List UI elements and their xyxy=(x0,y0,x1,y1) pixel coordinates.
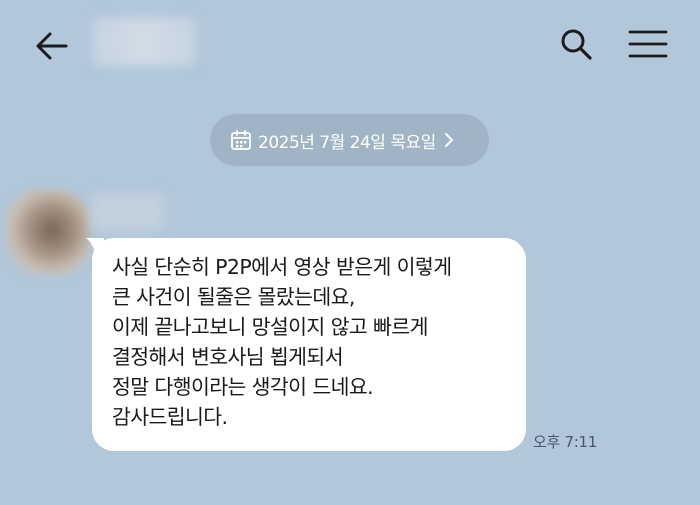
message-timestamp: 오후 7:11 xyxy=(533,433,597,451)
date-divider[interactable]: 2025년 7월 24일 목요일 xyxy=(210,114,489,166)
message-line: 사실 단순히 P2P에서 영상 받은게 이렇게 xyxy=(112,255,452,279)
message-line: 결정해서 변호사님 뵙게되서 xyxy=(112,345,344,369)
hamburger-menu-icon xyxy=(628,30,668,58)
search-button[interactable] xyxy=(558,26,596,64)
sender-name xyxy=(92,194,164,230)
sender-avatar[interactable] xyxy=(6,190,90,274)
message-line: 큰 사건이 될줄은 몰랐는데요, xyxy=(112,285,355,309)
calendar-icon xyxy=(231,130,251,150)
menu-button[interactable] xyxy=(626,26,670,62)
search-icon xyxy=(561,29,592,60)
back-button[interactable] xyxy=(32,26,72,66)
message-line: 이제 끝나고보니 망설이지 않고 빠르게 xyxy=(112,315,428,339)
chat-title xyxy=(92,18,196,66)
date-divider-text: 2025년 7월 24일 목요일 xyxy=(258,132,436,153)
message-line: 감사드립니다. xyxy=(112,405,228,429)
message-bubble[interactable]: 사실 단순히 P2P에서 영상 받은게 이렇게 큰 사건이 될줄은 몰랐는데요,… xyxy=(92,238,526,451)
chevron-right-icon xyxy=(444,133,453,147)
arrow-left-icon xyxy=(36,32,68,60)
message-line: 정말 다행이라는 생각이 드네요. xyxy=(112,375,374,399)
